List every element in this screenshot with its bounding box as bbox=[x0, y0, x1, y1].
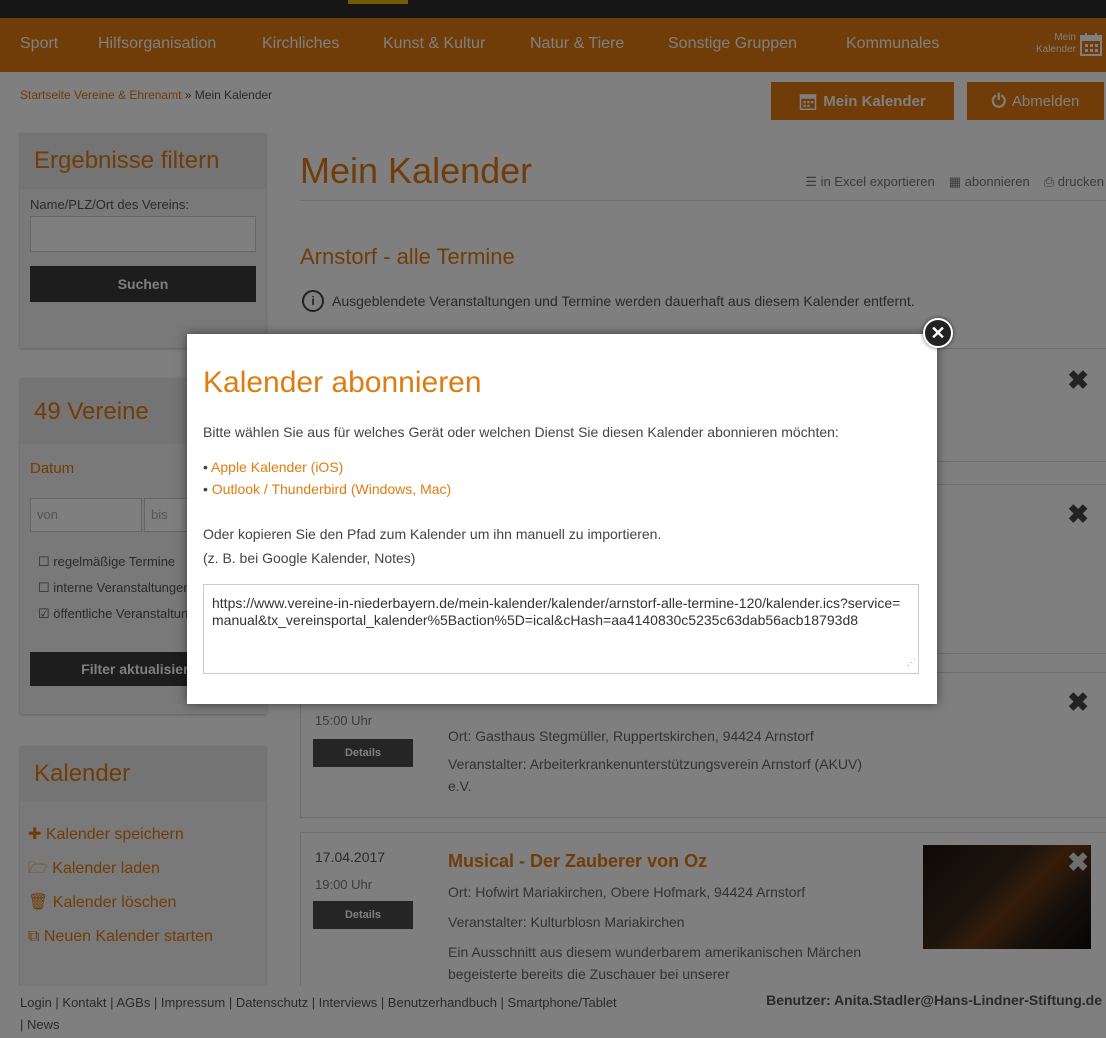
modal-intro: Bitte wählen Sie aus für welches Gerät o… bbox=[203, 424, 839, 440]
resize-grip-icon[interactable]: ⋰ bbox=[907, 654, 916, 671]
calendar-url: https://www.vereine-in-niederbayern.de/m… bbox=[212, 595, 901, 628]
modal-title: Kalender abonnieren bbox=[203, 366, 482, 399]
modal-copy-hint: (z. B. bei Google Kalender, Notes) bbox=[203, 550, 416, 566]
subscribe-modal: Kalender abonnieren Bitte wählen Sie aus… bbox=[187, 334, 937, 704]
option-outlook-thunderbird[interactable]: Outlook / Thunderbird (Windows, Mac) bbox=[203, 478, 451, 500]
calendar-url-textarea[interactable]: https://www.vereine-in-niederbayern.de/m… bbox=[203, 584, 919, 674]
option-apple-calendar[interactable]: Apple Kalender (iOS) bbox=[203, 456, 451, 478]
close-modal-button[interactable]: ✕ bbox=[923, 318, 953, 348]
close-icon: ✕ bbox=[930, 322, 946, 343]
modal-copy-text: Oder kopieren Sie den Pfad zum Kalender … bbox=[203, 526, 662, 542]
subscribe-options: Apple Kalender (iOS) Outlook / Thunderbi… bbox=[203, 456, 451, 500]
